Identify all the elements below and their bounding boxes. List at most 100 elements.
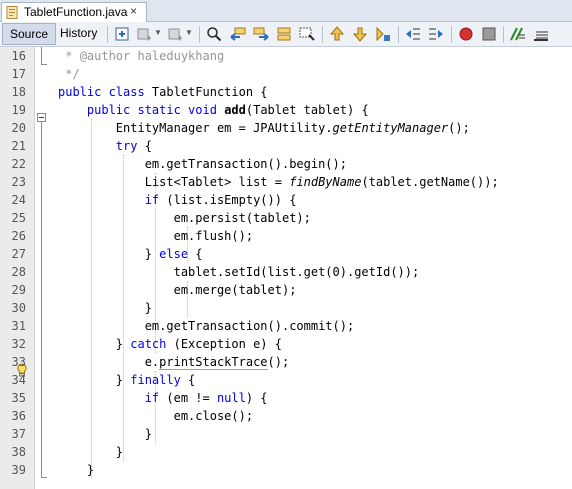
- source-button[interactable]: Source: [2, 23, 57, 45]
- line-number: 31: [11, 319, 26, 333]
- code-line[interactable]: 22 em.getTransaction().begin();: [0, 155, 572, 173]
- editor-toolbar: Source History ▼ ▼: [0, 22, 572, 47]
- code-text[interactable]: }: [58, 461, 94, 479]
- line-number: 23: [11, 175, 26, 189]
- toggle-highlight-icon[interactable]: [276, 26, 292, 42]
- toolbar-separator: [398, 26, 399, 43]
- line-number: 16: [11, 49, 26, 63]
- java-file-icon: [6, 6, 18, 19]
- code-line[interactable]: 20 EntityManager em = JPAUtility.getEnti…: [0, 119, 572, 137]
- code-line[interactable]: 27 } else {: [0, 245, 572, 263]
- line-number: 18: [11, 85, 26, 99]
- code-text[interactable]: EntityManager em = JPAUtility.getEntityM…: [58, 119, 470, 137]
- line-number: 24: [11, 193, 26, 207]
- code-text[interactable]: } finally {: [58, 371, 195, 389]
- code-line[interactable]: 24 if (list.isEmpty()) {: [0, 191, 572, 209]
- code-line[interactable]: 29 em.merge(tablet);: [0, 281, 572, 299]
- code-line[interactable]: 34 } finally {: [0, 371, 572, 389]
- code-line[interactable]: 26 em.flush();: [0, 227, 572, 245]
- code-text[interactable]: em.flush();: [58, 227, 253, 245]
- code-text[interactable]: em.close();: [58, 407, 253, 425]
- code-line[interactable]: 38 }: [0, 443, 572, 461]
- code-text[interactable]: } else {: [58, 245, 203, 263]
- toolbar-separator: [199, 26, 200, 43]
- forward-dropdown-icon[interactable]: ▼: [185, 28, 193, 37]
- forward-icon[interactable]: [167, 26, 183, 42]
- code-line[interactable]: 31 em.getTransaction().commit();: [0, 317, 572, 335]
- line-number: 39: [11, 463, 26, 477]
- line-number: 34: [11, 373, 26, 387]
- code-text[interactable]: }: [58, 443, 123, 461]
- tab-title: TabletFunction.java: [24, 5, 128, 19]
- close-icon[interactable]: ×: [130, 4, 137, 18]
- last-edit-icon[interactable]: [114, 26, 130, 42]
- code-text[interactable]: if (list.isEmpty()) {: [58, 191, 297, 209]
- toggle-bookmark-icon[interactable]: [375, 26, 391, 42]
- shift-right-icon[interactable]: [428, 26, 444, 42]
- code-text[interactable]: em.merge(tablet);: [58, 281, 297, 299]
- line-number: 33: [11, 355, 26, 369]
- history-button[interactable]: History: [53, 23, 104, 45]
- stop-macro-icon[interactable]: [481, 26, 497, 42]
- code-line[interactable]: 18 public class TabletFunction {: [0, 83, 572, 101]
- code-editor[interactable]: 16 * @author haleduykhang 17 */ 18 public c…: [0, 47, 572, 489]
- find-icon[interactable]: [206, 26, 222, 42]
- file-tab[interactable]: TabletFunction.java ×: [1, 2, 147, 22]
- code-text[interactable]: * @author haleduykhang: [58, 47, 224, 65]
- code-text[interactable]: public class TabletFunction {: [58, 83, 268, 101]
- line-number: 35: [11, 391, 26, 405]
- code-text[interactable]: */: [58, 65, 79, 83]
- code-line[interactable]: 35 if (em != null) {: [0, 389, 572, 407]
- code-line[interactable]: 19 public static void add(Tablet tablet)…: [0, 101, 572, 119]
- code-text[interactable]: try {: [58, 137, 152, 155]
- code-text[interactable]: List<Tablet> list = findByName(tablet.ge…: [58, 173, 499, 191]
- line-number: 37: [11, 427, 26, 441]
- code-line[interactable]: 21 try {: [0, 137, 572, 155]
- code-line[interactable]: 28 tablet.setId(list.get(0).getId());: [0, 263, 572, 281]
- uncomment-icon[interactable]: [533, 26, 549, 42]
- code-line[interactable]: 25 em.persist(tablet);: [0, 209, 572, 227]
- code-text[interactable]: public static void add(Tablet tablet) {: [58, 101, 369, 119]
- comment-icon[interactable]: [510, 26, 526, 42]
- back-dropdown-icon[interactable]: ▼: [154, 28, 162, 37]
- line-number: 36: [11, 409, 26, 423]
- code-text[interactable]: } catch (Exception e) {: [58, 335, 282, 353]
- code-line[interactable]: 17 */: [0, 65, 572, 83]
- code-text[interactable]: if (em != null) {: [58, 389, 268, 407]
- code-text[interactable]: em.getTransaction().begin();: [58, 155, 347, 173]
- code-text[interactable]: em.getTransaction().commit();: [58, 317, 355, 335]
- code-text[interactable]: }: [58, 425, 152, 443]
- line-number: 20: [11, 121, 26, 135]
- toolbar-separator: [503, 26, 504, 43]
- code-line[interactable]: 36 em.close();: [0, 407, 572, 425]
- next-bookmark-icon[interactable]: [352, 26, 368, 42]
- start-macro-icon[interactable]: [458, 26, 474, 42]
- code-line[interactable]: 23 List<Tablet> list = findByName(tablet…: [0, 173, 572, 191]
- shift-left-icon[interactable]: [405, 26, 421, 42]
- line-number: 28: [11, 265, 26, 279]
- code-line[interactable]: 32 } catch (Exception e) {: [0, 335, 572, 353]
- line-number: 38: [11, 445, 26, 459]
- line-number: 30: [11, 301, 26, 315]
- find-selection-icon[interactable]: [299, 26, 315, 42]
- code-line[interactable]: 33 e.printStackTrace();: [0, 353, 572, 371]
- find-previous-icon[interactable]: [230, 26, 246, 42]
- code-line[interactable]: 30 }: [0, 299, 572, 317]
- line-number: 19: [11, 103, 26, 117]
- code-text[interactable]: }: [58, 299, 152, 317]
- code-line[interactable]: 37 }: [0, 425, 572, 443]
- code-text[interactable]: tablet.setId(list.get(0).getId());: [58, 263, 420, 281]
- previous-bookmark-icon[interactable]: [329, 26, 345, 42]
- line-number: 32: [11, 337, 26, 351]
- code-text[interactable]: em.persist(tablet);: [58, 209, 311, 227]
- line-number: 26: [11, 229, 26, 243]
- line-number: 22: [11, 157, 26, 171]
- toolbar-separator: [107, 26, 108, 43]
- code-line[interactable]: 16 * @author haleduykhang: [0, 47, 572, 65]
- line-number: 29: [11, 283, 26, 297]
- find-next-icon[interactable]: [253, 26, 269, 42]
- code-text[interactable]: e.printStackTrace();: [58, 353, 289, 371]
- back-icon[interactable]: [136, 26, 152, 42]
- line-number: 21: [11, 139, 26, 153]
- code-line[interactable]: 39 }: [0, 461, 572, 479]
